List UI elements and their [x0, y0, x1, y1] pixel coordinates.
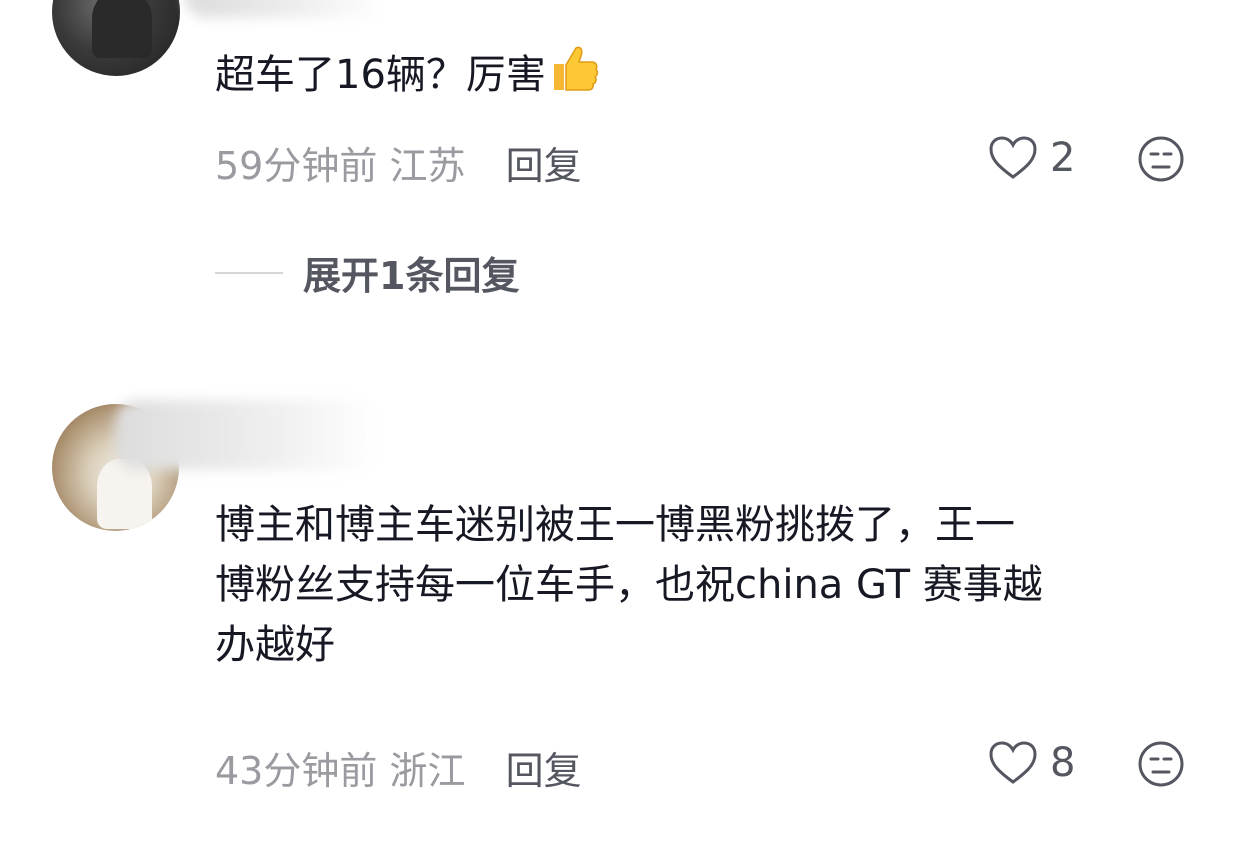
heart-outline-icon [989, 741, 1037, 784]
heart-outline-icon [989, 136, 1037, 179]
unamused-face-icon[interactable] [1137, 740, 1185, 788]
comment-meta-2: 43分钟前 浙江 回复 [215, 740, 582, 795]
comment-time-1: 59分钟前 [215, 144, 378, 188]
comment-text-1-content: 超车了16辆？厉害 [215, 52, 546, 98]
thumbs-up-emoji-icon [548, 42, 600, 111]
comment-text-1: 超车了16辆？厉害 [215, 42, 600, 111]
unamused-face-icon[interactable] [1137, 135, 1185, 183]
comment-location-1: 江苏 [389, 144, 466, 188]
expand-replies-button[interactable]: 展开1条回复 [215, 245, 519, 300]
like-button-2[interactable]: 8 [988, 740, 1075, 786]
commenter-avatar-1[interactable] [52, 0, 180, 76]
comment-meta-1: 59分钟前 江苏 回复 [215, 135, 582, 190]
comment-text-2: 博主和博主车迷别被王一博黑粉挑拨了，王一 博粉丝支持每一位车手，也祝china … [215, 495, 1043, 675]
reply-button-2[interactable]: 回复 [506, 749, 582, 793]
comment-location-2: 浙江 [389, 749, 466, 793]
reply-button-1[interactable]: 回复 [506, 144, 582, 188]
like-button-1[interactable]: 2 [988, 135, 1075, 181]
like-count-2: 8 [1050, 740, 1076, 786]
comment-text-2-line-2: 博粉丝支持每一位车手，也祝china GT 赛事越 [215, 562, 1043, 608]
comment-text-2-line-1: 博主和博主车迷别被王一博黑粉挑拨了，王一 [215, 502, 1015, 548]
commenter-name-blurred-2[interactable] [115, 400, 380, 470]
like-count-1: 2 [1050, 135, 1076, 181]
expand-divider [215, 271, 283, 274]
expand-replies-label: 展开1条回复 [303, 254, 520, 298]
comment-time-2: 43分钟前 [215, 749, 378, 793]
commenter-name-blurred-1[interactable] [185, 0, 385, 18]
comment-text-2-line-3: 办越好 [215, 622, 335, 668]
